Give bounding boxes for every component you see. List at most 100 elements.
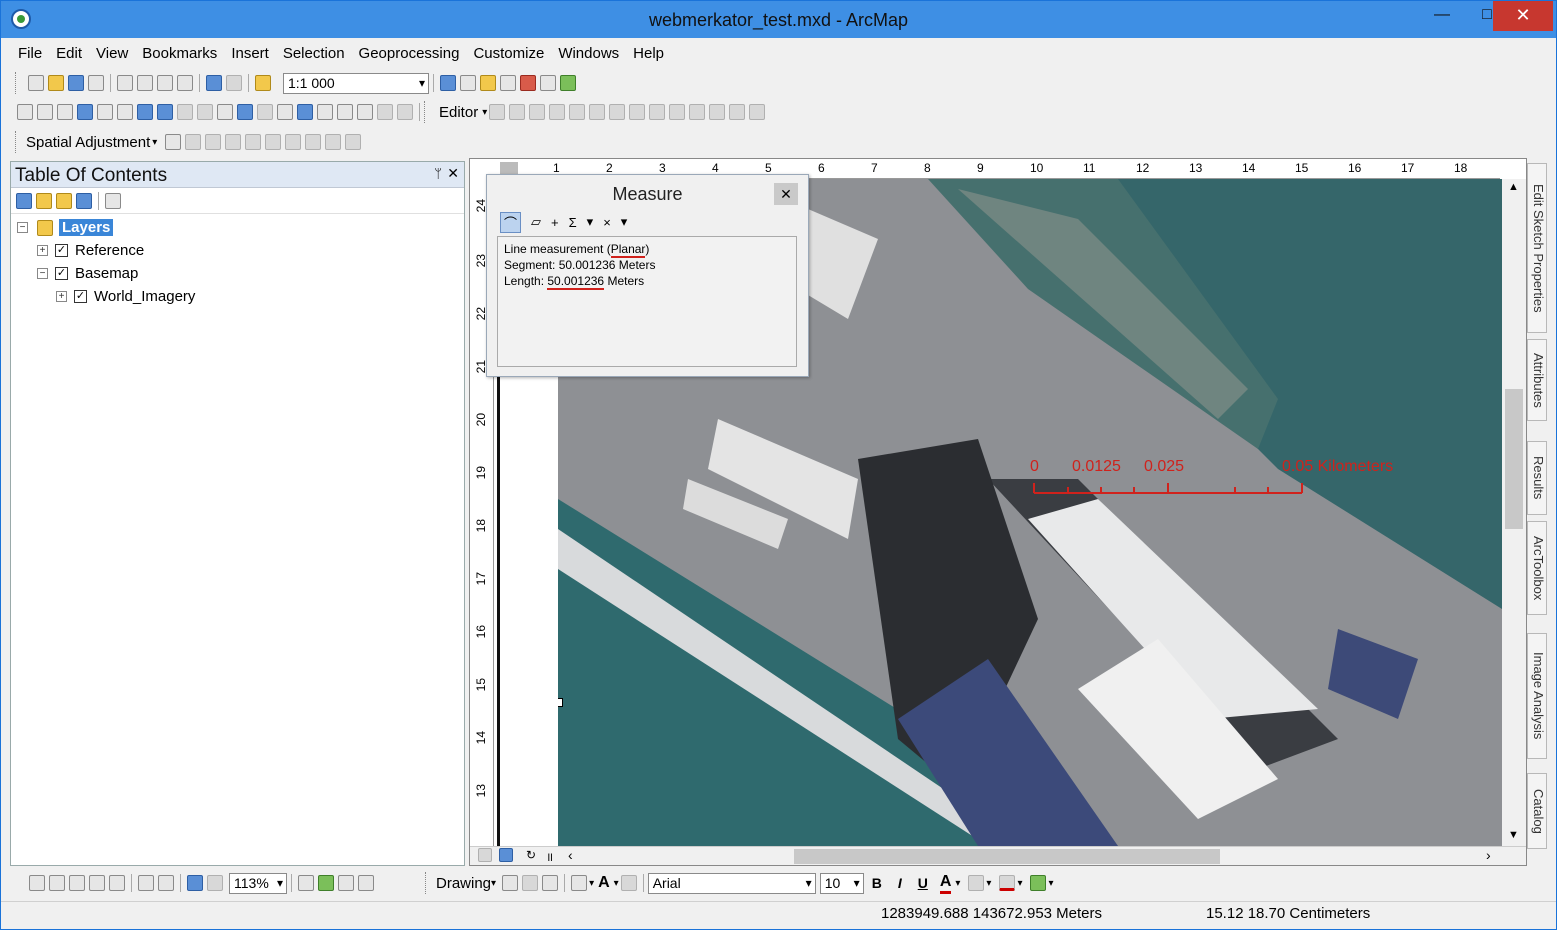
- menu-insert[interactable]: Insert: [224, 43, 276, 65]
- menu-edit[interactable]: Edit: [49, 43, 89, 65]
- selection-handle[interactable]: [558, 698, 563, 707]
- model-builder-icon[interactable]: [560, 75, 576, 91]
- trace-icon[interactable]: [569, 104, 586, 120]
- goto-xy-icon[interactable]: [357, 104, 373, 120]
- layout-pan-icon[interactable]: [69, 875, 85, 891]
- paste-icon[interactable]: [157, 75, 173, 91]
- split-icon[interactable]: [669, 104, 686, 120]
- select-elements-icon[interactable]: [217, 104, 233, 120]
- cut-polygons-icon[interactable]: [649, 104, 666, 120]
- vertical-scrollbar[interactable]: ▲ ▼: [1502, 179, 1526, 846]
- identify-icon[interactable]: [237, 104, 253, 120]
- editor-menu[interactable]: Editor: [439, 104, 478, 121]
- chevron-down-icon[interactable]: ▾: [614, 878, 619, 889]
- expand-icon[interactable]: +: [56, 291, 67, 302]
- focus-data-frame-icon[interactable]: [318, 875, 334, 891]
- layer-visibility-checkbox[interactable]: ✓: [55, 267, 68, 280]
- zoom-in-icon[interactable]: [17, 104, 33, 120]
- point-icon[interactable]: [589, 104, 606, 120]
- drawing-menu[interactable]: Drawing: [436, 875, 491, 892]
- scroll-thumb[interactable]: [794, 849, 1220, 864]
- menu-selection[interactable]: Selection: [276, 43, 352, 65]
- tree-item-label[interactable]: Basemap: [75, 265, 138, 282]
- scroll-down-icon[interactable]: ▼: [1508, 829, 1519, 841]
- zoom-whole-page-icon[interactable]: [89, 875, 105, 891]
- fixed-zoom-in-icon[interactable]: [97, 104, 113, 120]
- toolbar-grip[interactable]: [15, 131, 23, 153]
- select-features-icon[interactable]: [177, 104, 193, 120]
- list-by-selection-icon[interactable]: [76, 192, 92, 209]
- layout-view-icon[interactable]: [499, 848, 513, 862]
- font-color-button[interactable]: A: [939, 873, 952, 894]
- catalog-window-icon[interactable]: [480, 75, 496, 91]
- tab-image-analysis[interactable]: Image Analysis: [1527, 633, 1547, 759]
- modify-link-icon[interactable]: [205, 134, 222, 150]
- close-window-button[interactable]: ✕: [1493, 1, 1553, 31]
- scroll-up-icon[interactable]: ▲: [1508, 181, 1519, 193]
- go-forward-extent-icon[interactable]: [207, 875, 223, 891]
- zoom-percent-combo[interactable]: 113%: [229, 872, 287, 894]
- cut-icon[interactable]: [117, 75, 133, 91]
- italic-button[interactable]: I: [898, 875, 902, 891]
- hyperlink-icon[interactable]: [257, 104, 273, 120]
- list-by-source-icon[interactable]: [36, 192, 52, 209]
- tab-attributes[interactable]: Attributes: [1527, 339, 1547, 421]
- layer-visibility-checkbox[interactable]: ✓: [74, 290, 87, 303]
- link-table-icon[interactable]: [305, 134, 322, 150]
- options-icon[interactable]: [105, 192, 121, 209]
- pan-icon[interactable]: [57, 104, 73, 120]
- editor-toolbar-icon[interactable]: [440, 75, 456, 91]
- font-size-combo[interactable]: 10: [819, 872, 864, 894]
- measure-area-icon[interactable]: ▱: [531, 214, 541, 230]
- measure-line-icon[interactable]: ⌒: [500, 211, 522, 233]
- attribute-transfer-icon[interactable]: [345, 134, 362, 150]
- tab-catalog[interactable]: Catalog: [1527, 773, 1547, 849]
- edit-vertices-icon[interactable]: [620, 875, 637, 891]
- time-slider-icon[interactable]: [377, 104, 393, 120]
- find-route-icon[interactable]: [337, 104, 353, 120]
- tree-item-layers[interactable]: − Layers: [17, 219, 114, 236]
- list-by-drawing-order-icon[interactable]: [16, 192, 32, 209]
- rotate-element-icon[interactable]: [522, 875, 539, 891]
- refresh-icon[interactable]: ↻: [526, 848, 536, 862]
- tree-item-basemap[interactable]: − ✓ Basemap: [37, 265, 138, 282]
- collapse-icon[interactable]: −: [37, 268, 48, 279]
- clear-selection-icon[interactable]: [197, 104, 213, 120]
- horizontal-scrollbar[interactable]: ↻ ॥ ‹ ›: [470, 846, 1526, 865]
- show-total-icon[interactable]: Σ: [569, 215, 577, 230]
- minimize-button[interactable]: —: [1419, 1, 1465, 31]
- toc-window-icon[interactable]: [460, 75, 476, 91]
- create-features-icon[interactable]: [749, 104, 766, 120]
- close-icon[interactable]: ✕: [447, 165, 459, 182]
- sketch-properties-icon[interactable]: [729, 104, 746, 120]
- tree-item-label[interactable]: Reference: [75, 242, 144, 259]
- fixed-zoom-out-icon[interactable]: [158, 875, 174, 891]
- underline-button[interactable]: U: [918, 875, 928, 891]
- measure-feature-icon[interactable]: +: [551, 215, 559, 230]
- edit-vertices-icon[interactable]: [609, 104, 626, 120]
- chevron-down-icon[interactable]: ▾: [986, 878, 991, 889]
- measure-icon[interactable]: [297, 104, 313, 120]
- copy-icon[interactable]: [137, 75, 153, 91]
- menu-windows[interactable]: Windows: [551, 43, 626, 65]
- toolbar-grip[interactable]: [425, 872, 433, 894]
- menu-geoprocessing[interactable]: Geoprocessing: [352, 43, 467, 65]
- html-popup-icon[interactable]: [277, 104, 293, 120]
- endpoint-arc-icon[interactable]: [549, 104, 566, 120]
- identity-link-icon[interactable]: [245, 134, 262, 150]
- toolbar-grip[interactable]: [424, 101, 432, 123]
- delete-icon[interactable]: [177, 75, 193, 91]
- python-window-icon[interactable]: [540, 75, 556, 91]
- fill-color-icon[interactable]: [968, 875, 985, 891]
- toggle-draft-mode-icon[interactable]: [298, 875, 314, 891]
- zoom-to-selected-icon[interactable]: [542, 875, 559, 891]
- menu-bookmarks[interactable]: Bookmarks: [135, 43, 224, 65]
- chevron-down-icon[interactable]: ▾: [152, 137, 157, 148]
- marker-color-icon[interactable]: [1030, 875, 1047, 891]
- viewer-icon[interactable]: [397, 104, 413, 120]
- redo-icon[interactable]: [226, 75, 242, 91]
- undo-icon[interactable]: [206, 75, 222, 91]
- map-scale-combo[interactable]: 1:1 000: [283, 72, 429, 94]
- go-back-extent-icon[interactable]: [187, 875, 203, 891]
- attributes-icon[interactable]: [709, 104, 726, 120]
